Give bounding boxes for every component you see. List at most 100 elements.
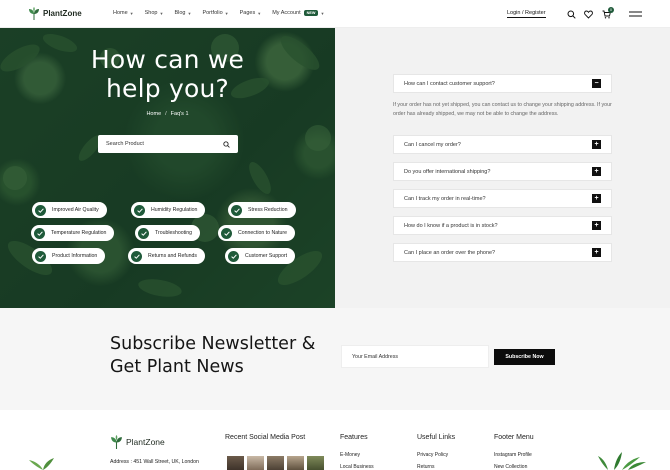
footer-link-returns[interactable]: Returns xyxy=(417,464,435,470)
faq-item-order-by-phone[interactable]: Can I place an order over the phone? + xyxy=(393,243,612,262)
chevron-down-icon: ▼ xyxy=(224,10,229,16)
faq-item-international-shipping[interactable]: Do you offer international shipping? + xyxy=(393,162,612,181)
footer-heading-social: Recent Social Media Post xyxy=(225,434,306,441)
footer-address: Address : 451 Wall Street, UK, London xyxy=(110,459,199,465)
check-icon xyxy=(138,227,149,239)
newsletter-section xyxy=(0,308,670,410)
newsletter-email-input[interactable]: Your Email Address xyxy=(341,345,489,368)
tag-temperature-regulation[interactable]: Temperature Regulation xyxy=(31,225,115,241)
nav-blog-label: Blog xyxy=(174,10,186,16)
footer-link-instagram-profile[interactable]: Instagram Profile xyxy=(494,452,532,458)
faq-item-cancel-order[interactable]: Can I cancel my order? + xyxy=(393,135,612,154)
check-icon xyxy=(35,250,46,262)
tag-connection-to-nature[interactable]: Connection to Nature xyxy=(218,225,296,241)
search-icon[interactable] xyxy=(566,9,576,19)
social-post-thumbnail[interactable] xyxy=(247,456,264,470)
nav-pages-label: Pages xyxy=(239,10,256,16)
footer-brand-name: PlantZone xyxy=(126,437,165,447)
expand-icon[interactable]: + xyxy=(592,248,601,257)
footer-heading-useful-links: Useful Links xyxy=(417,434,456,441)
leaf-logo-icon xyxy=(111,435,122,449)
menu-icon[interactable] xyxy=(628,9,642,19)
nav-shop-label: Shop xyxy=(144,10,158,16)
expand-icon[interactable]: + xyxy=(592,167,601,176)
plant-decoration-icon xyxy=(598,452,646,470)
faq-item-contact-support[interactable]: How can I contact customer support? − xyxy=(393,74,612,93)
nav-my-account[interactable]: My Account NEW ▼ xyxy=(272,10,324,16)
check-icon xyxy=(134,204,145,216)
search-icon[interactable] xyxy=(223,140,230,148)
footer-brand-logo[interactable]: PlantZone xyxy=(110,435,165,449)
site-footer xyxy=(0,410,670,470)
footer-heading-footer-menu: Footer Menu xyxy=(494,434,534,441)
hero-title: How can we help you? xyxy=(0,45,335,103)
nav-shop[interactable]: Shop ▼ xyxy=(145,10,164,16)
faq-question: How can I contact customer support? xyxy=(404,80,495,87)
email-placeholder: Your Email Address xyxy=(352,353,399,360)
nav-portfolio[interactable]: Portfolio ▼ xyxy=(202,10,228,16)
login-register-link[interactable]: Login / Register xyxy=(507,10,546,18)
footer-link-local-business[interactable]: Local Business xyxy=(340,464,374,470)
footer-link-new-collection[interactable]: New Collection xyxy=(494,464,527,470)
tag-troubleshooting[interactable]: Troubleshooting xyxy=(135,225,201,241)
tag-label: Customer Support xyxy=(245,253,288,259)
tag-label: Product Information xyxy=(52,253,98,259)
nav-blog[interactable]: Blog ▼ xyxy=(174,10,191,16)
tag-label: Connection to Nature xyxy=(238,230,288,236)
collapse-icon[interactable]: − xyxy=(592,79,601,88)
social-post-thumbnail[interactable] xyxy=(307,456,324,470)
check-icon xyxy=(228,250,239,262)
faq-question: How do I know if a product is in stock? xyxy=(404,222,498,229)
search-product-input[interactable]: Search Product xyxy=(98,135,238,153)
expand-icon[interactable]: + xyxy=(592,140,601,149)
main-nav: Home ▼ Shop ▼ Blog ▼ Portfolio ▼ Pages ▼ My A… xyxy=(113,10,335,16)
social-post-thumbnail[interactable] xyxy=(267,456,284,470)
plant-decoration-icon xyxy=(29,458,54,470)
hero-title-line1: How can we xyxy=(90,45,245,74)
check-icon xyxy=(221,227,232,239)
tag-label: Temperature Regulation xyxy=(51,230,107,236)
faq-item-in-stock[interactable]: How do I know if a product is in stock? + xyxy=(393,216,612,235)
heart-icon[interactable] xyxy=(583,9,593,19)
expand-icon[interactable]: + xyxy=(592,194,601,203)
breadcrumb-current: Faq's 1 xyxy=(170,111,189,117)
breadcrumb-home[interactable]: Home xyxy=(146,111,161,117)
nav-home-label: Home xyxy=(113,10,128,16)
chevron-down-icon: ▼ xyxy=(129,10,134,16)
footer-link-privacy-policy[interactable]: Privacy Policy xyxy=(417,452,448,458)
faq-item-track-order[interactable]: Can I track my order in real-time? + xyxy=(393,189,612,208)
check-icon xyxy=(131,250,142,262)
tag-label: Stress Reduction xyxy=(248,207,288,213)
tag-label: Returns and Refunds xyxy=(148,253,198,259)
newsletter-title-line2: Get Plant News xyxy=(110,357,244,377)
social-post-thumbnail[interactable] xyxy=(287,456,304,470)
tag-improved-air-quality[interactable]: Improved Air Quality xyxy=(32,202,107,218)
tag-label: Improved Air Quality xyxy=(52,207,99,213)
nav-portfolio-label: Portfolio xyxy=(202,10,223,16)
tag-stress-reduction[interactable]: Stress Reduction xyxy=(228,202,296,218)
expand-icon[interactable]: + xyxy=(592,221,601,230)
footer-link-e-money[interactable]: E-Money xyxy=(340,452,360,458)
nav-pages[interactable]: Pages ▼ xyxy=(240,10,262,16)
leaf-logo-icon xyxy=(29,7,39,20)
tag-returns-and-refunds[interactable]: Returns and Refunds xyxy=(128,248,206,264)
check-icon xyxy=(231,204,242,216)
cart-icon[interactable]: 0 xyxy=(601,7,614,19)
chevron-down-icon: ▼ xyxy=(257,10,262,16)
cart-count-badge: 0 xyxy=(608,7,614,13)
new-badge: NEW xyxy=(303,10,319,16)
tag-product-information[interactable]: Product Information xyxy=(32,248,106,264)
check-icon xyxy=(34,227,45,239)
faq-question: Can I cancel my order? xyxy=(404,141,461,148)
subscribe-button[interactable]: Subscribe Now xyxy=(494,349,555,365)
nav-home[interactable]: Home ▼ xyxy=(113,10,134,16)
social-post-thumbnail[interactable] xyxy=(227,456,244,470)
newsletter-title: Subscribe Newsletter & Get Plant News xyxy=(110,333,315,379)
brand-logo[interactable]: PlantZone xyxy=(28,7,82,20)
tag-humidity-regulation[interactable]: Humidity Regulation xyxy=(131,202,206,218)
hero-title-line2: help you? xyxy=(106,74,229,103)
chevron-down-icon: ▼ xyxy=(187,10,192,16)
newsletter-title-line1: Subscribe Newsletter & xyxy=(110,334,316,354)
tag-customer-support[interactable]: Customer Support xyxy=(225,248,296,264)
faq-answer: If your order has not yet shipped, you c… xyxy=(393,102,612,117)
